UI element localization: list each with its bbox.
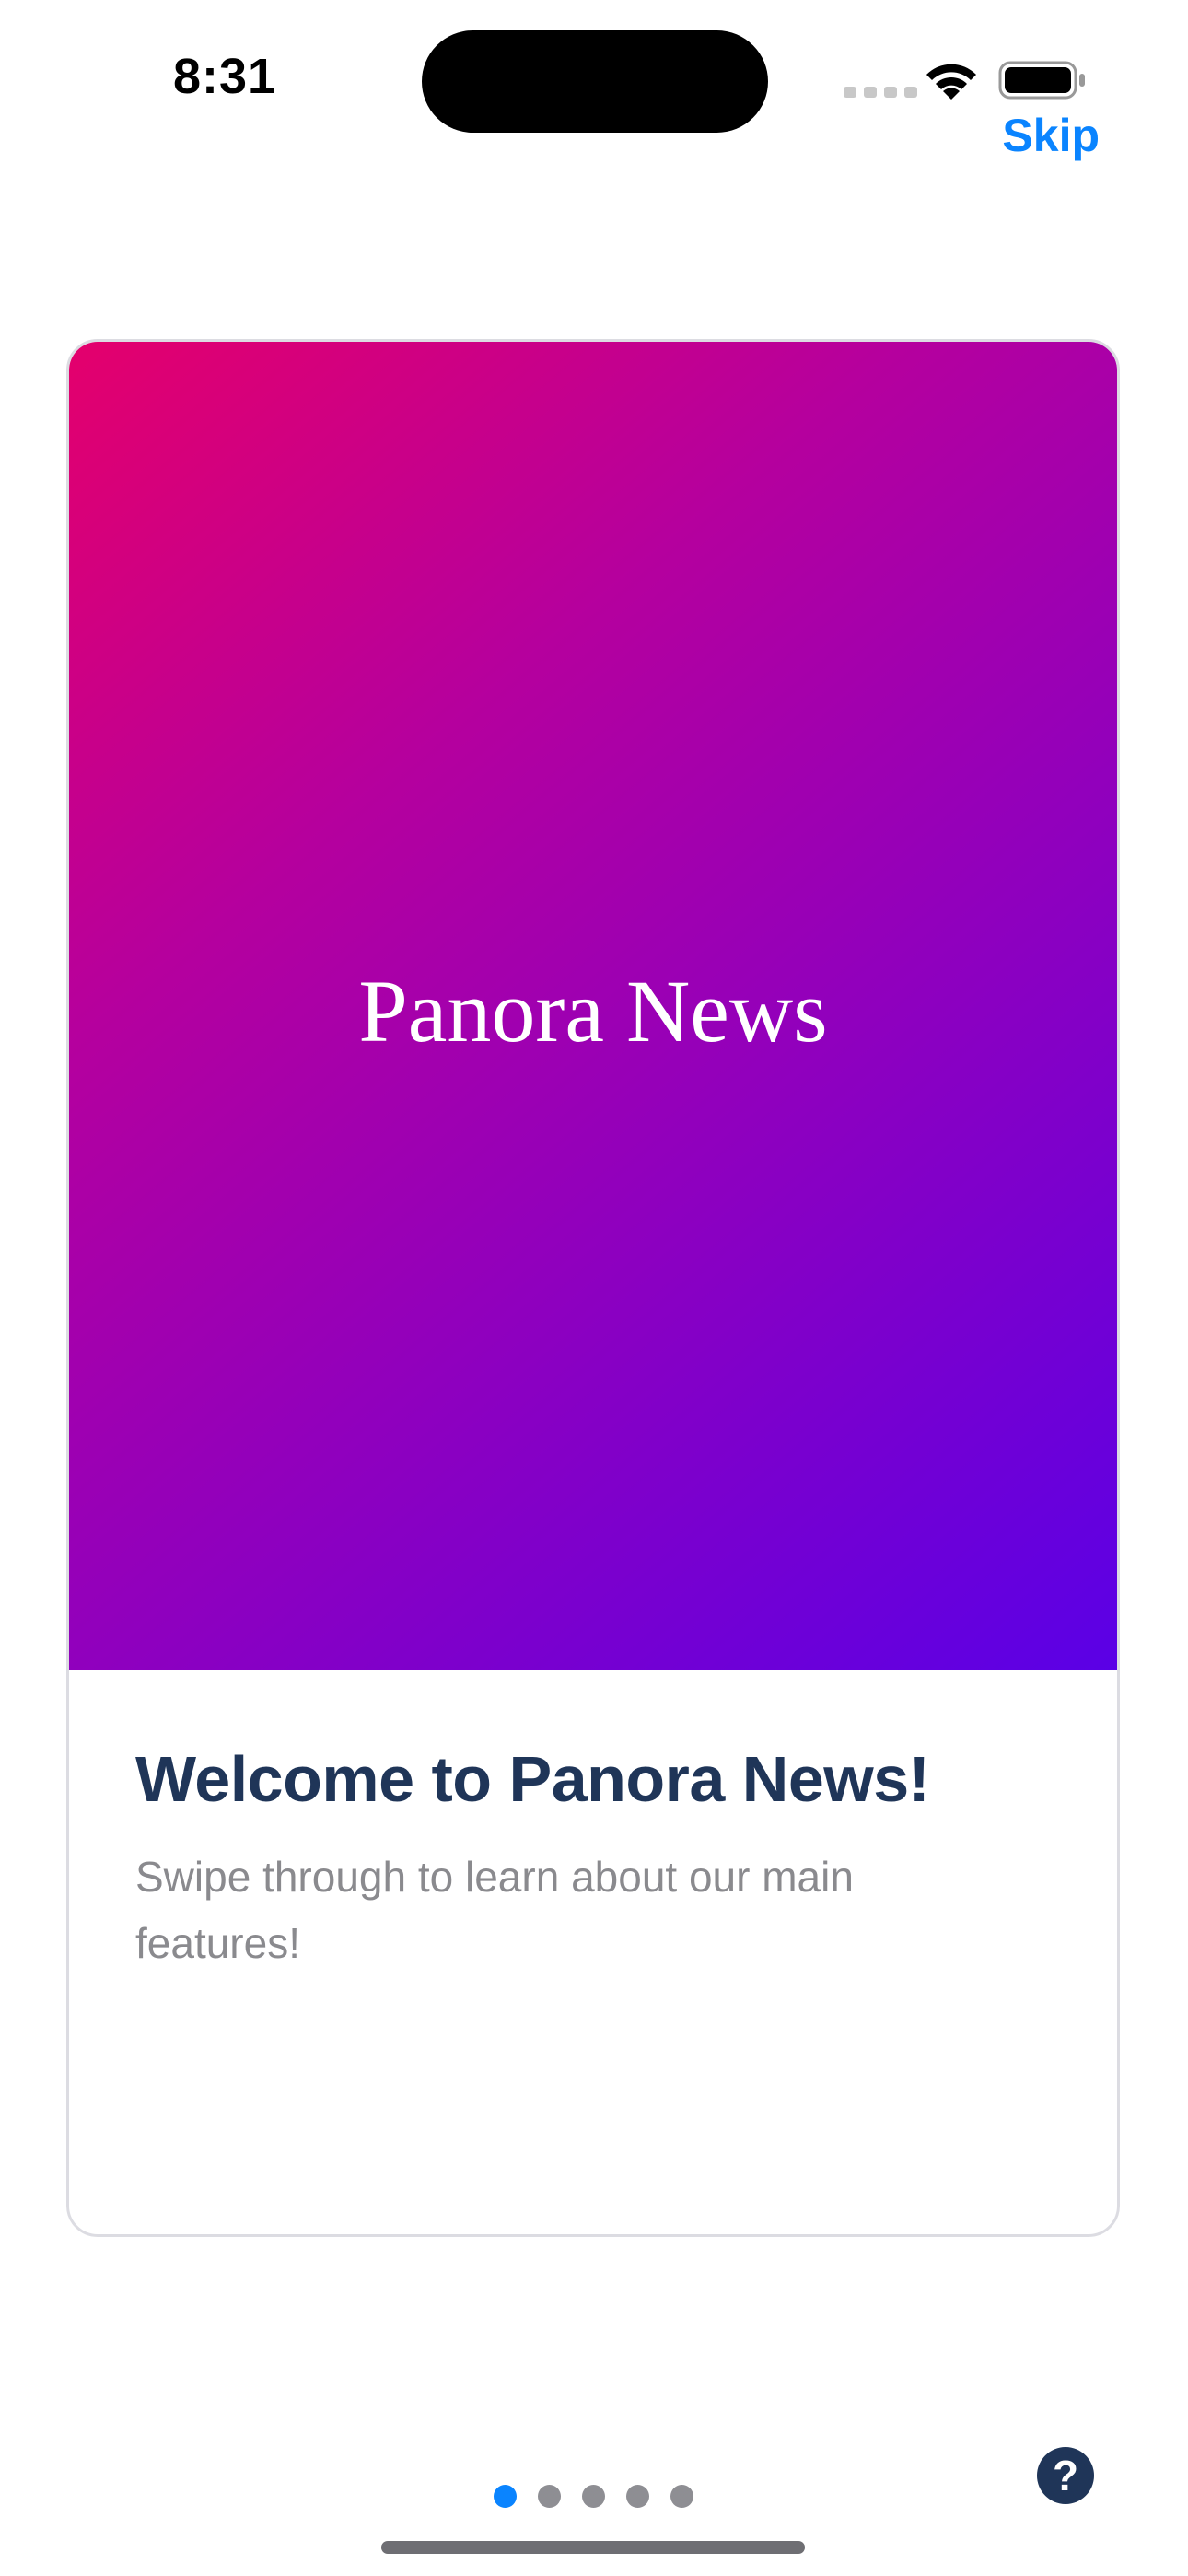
page-dot-2[interactable]	[538, 2485, 561, 2508]
hero-logo-text: Panora News	[358, 961, 828, 1060]
card-subtitle: Swipe through to learn about our main fe…	[135, 1853, 854, 1967]
wifi-icon	[926, 64, 976, 100]
help-icon: ?	[1052, 2452, 1079, 2500]
home-indicator[interactable]	[381, 2541, 805, 2554]
dynamic-island	[422, 30, 768, 133]
status-time: 8:31	[173, 49, 277, 104]
page-indicator[interactable]	[494, 2485, 693, 2508]
card-title: Welcome to Panora News!	[135, 1743, 930, 1815]
battery-icon	[998, 61, 1085, 100]
page-dot-3[interactable]	[582, 2485, 605, 2508]
card-body: Welcome to Panora News! Swipe through to…	[135, 1742, 1051, 1976]
page-dot-4[interactable]	[626, 2485, 649, 2508]
hero-banner: Panora News	[69, 342, 1117, 1670]
cellular-signal-icon	[844, 87, 917, 98]
skip-button[interactable]: Skip	[1002, 109, 1100, 162]
onboarding-screen: 8:31 Skip Panora News Welcome to Panora …	[0, 0, 1188, 2576]
help-button[interactable]: ?	[1037, 2447, 1094, 2504]
page-dot-5[interactable]	[670, 2485, 693, 2508]
page-dot-1[interactable]	[494, 2485, 517, 2508]
onboarding-card: Panora News Welcome to Panora News! Swip…	[66, 339, 1120, 2237]
